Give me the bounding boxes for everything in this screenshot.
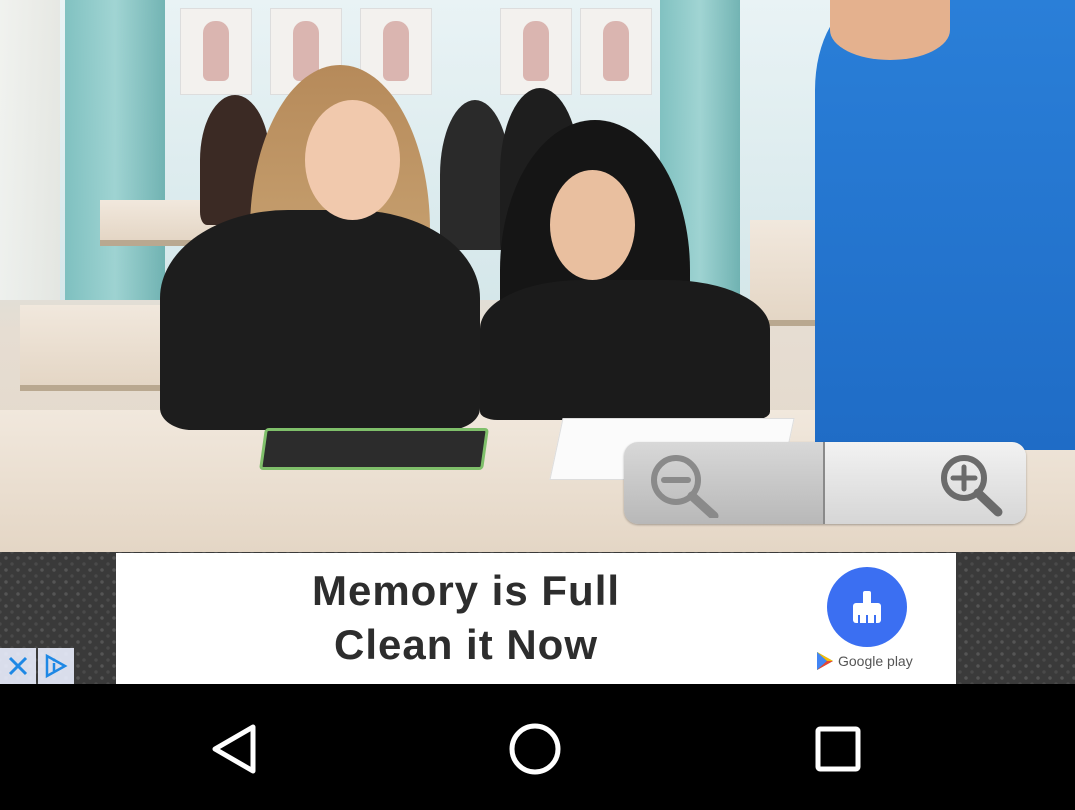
adchoices-button[interactable] — [38, 648, 74, 684]
photo-curtain — [65, 0, 165, 300]
ad-choices — [0, 648, 76, 684]
photo-face — [305, 100, 400, 220]
broom-clean-icon[interactable] — [827, 567, 907, 647]
photo-poster — [580, 8, 652, 95]
ad-headline: Memory is Full — [311, 567, 621, 614]
photo-poster — [500, 8, 572, 95]
photo-person — [815, 0, 1075, 450]
photo-face — [830, 0, 950, 60]
ad-banner[interactable]: Memory is Full Clean it Now Google play — [116, 553, 956, 684]
ad-close-button[interactable] — [0, 648, 36, 684]
system-navigation-bar — [0, 684, 1075, 810]
photo-desk — [20, 305, 180, 391]
ad-subheadline: Clean it Now — [333, 621, 599, 668]
play-store-icon — [817, 652, 833, 670]
home-circle-icon — [509, 723, 561, 775]
photo-face — [550, 170, 635, 280]
zoom-out-icon — [651, 455, 719, 518]
zoom-controls — [624, 442, 1026, 524]
photo-person — [160, 210, 480, 430]
back-triangle-icon — [212, 724, 256, 774]
adchoices-icon — [45, 653, 68, 679]
recents-button[interactable] — [808, 719, 868, 779]
home-button[interactable] — [505, 719, 565, 779]
zoom-in-button[interactable] — [825, 442, 1026, 524]
photo-curtain — [0, 0, 60, 300]
close-icon — [8, 656, 28, 676]
photo-poster — [180, 8, 252, 95]
zoom-in-icon — [941, 455, 1003, 517]
google-play-badge[interactable]: Google play — [816, 651, 913, 671]
recents-square-icon — [815, 726, 861, 772]
store-label: Google play — [838, 653, 913, 669]
zoom-out-button[interactable] — [624, 442, 825, 524]
back-button[interactable] — [204, 719, 264, 779]
photo-person — [480, 280, 770, 420]
photo-tablet — [259, 428, 489, 470]
